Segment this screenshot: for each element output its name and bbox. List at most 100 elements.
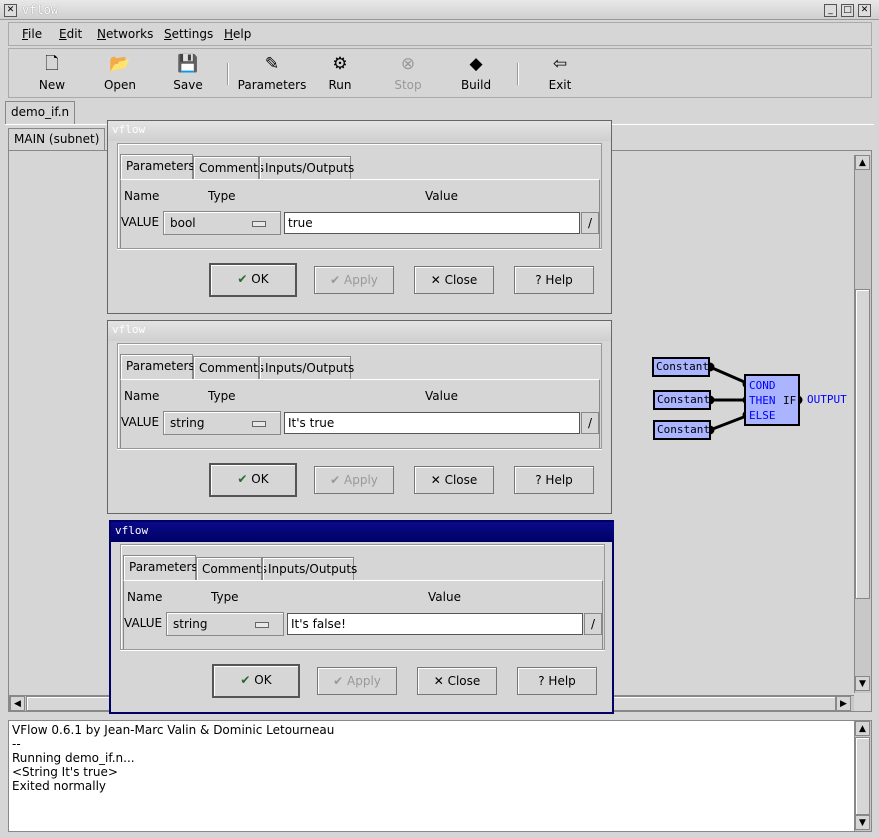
tab-inputs-outputs[interactable]: Inputs/Outputs	[259, 356, 354, 379]
tab-comments[interactable]: Comments	[196, 557, 267, 580]
port-else: ELSE	[749, 409, 776, 422]
close-button[interactable]: ✕ Close	[417, 667, 497, 695]
help-icon: ?	[535, 273, 542, 287]
dialog-titlebar[interactable]: vflow	[108, 121, 611, 141]
scroll-up-icon[interactable]: ▲	[855, 155, 870, 170]
dialog-titlebar[interactable]: vflow	[108, 321, 611, 341]
ok-button[interactable]: ✔ OK	[212, 664, 300, 698]
type-select[interactable]: string	[163, 411, 281, 435]
toolbar-open-button[interactable]: 📂 Open	[85, 53, 155, 92]
toolbar-build-button[interactable]: ◆ Build	[441, 53, 511, 92]
scroll-down-icon[interactable]: ▼	[855, 676, 870, 691]
col-type: Type	[208, 389, 236, 403]
toolbar-parameters-button[interactable]: ✎ Parameters	[237, 53, 307, 92]
tab-inputs-outputs[interactable]: Inputs/Outputs	[259, 156, 354, 179]
toolbar-label: Save	[173, 78, 203, 92]
menu-file[interactable]: File	[22, 27, 42, 41]
param-name: VALUE	[124, 616, 163, 630]
menu-edit[interactable]: Edit	[59, 27, 82, 41]
help-icon: ?	[538, 674, 545, 688]
constant-node[interactable]: Constant	[652, 357, 710, 377]
scroll-up-icon[interactable]: ▲	[855, 721, 870, 736]
toolbar-stop-button[interactable]: ⊗ Stop	[373, 53, 443, 92]
scroll-down-icon[interactable]: ▼	[855, 815, 870, 830]
close-button[interactable]: ✕ Close	[414, 266, 494, 294]
help-button[interactable]: ? Help	[514, 266, 594, 294]
constant-node[interactable]: Constant	[653, 390, 711, 410]
tab-parameters[interactable]: Parameters	[120, 354, 195, 379]
tab-comments[interactable]: Comments	[193, 156, 264, 179]
toolbar-exit-button[interactable]: ⇦ Exit	[525, 53, 595, 92]
gears-icon: ⚙	[332, 54, 348, 74]
dropdown-indicator-icon	[255, 622, 269, 628]
apply-button[interactable]: ✔ Apply	[317, 667, 397, 695]
tab-comments[interactable]: Comments	[193, 356, 264, 379]
new-file-icon: 🗋	[45, 54, 59, 74]
help-button[interactable]: ? Help	[514, 466, 594, 494]
dialog-frame: Parameters Comments Inputs/Outputs Name …	[117, 343, 602, 450]
stop-icon: ⊗	[400, 54, 416, 74]
log-scrollbar[interactable]: ▲ ▼	[854, 721, 871, 831]
col-value: Value	[428, 590, 461, 604]
value-input[interactable]: true	[284, 212, 580, 234]
scroll-left-icon[interactable]: ◀	[10, 696, 25, 711]
window-titlebar: ✕ vflow _ □ ✕	[0, 0, 879, 20]
tab-parameters[interactable]: Parameters	[120, 154, 195, 179]
log-scroll-thumb[interactable]	[855, 737, 870, 815]
type-select[interactable]: bool	[163, 211, 281, 235]
toolbar-new-button[interactable]: 🗋 New	[17, 53, 87, 92]
ok-check-icon: ✔	[237, 472, 248, 486]
toolbar-separator	[517, 63, 519, 85]
col-name: Name	[124, 389, 160, 403]
check-icon: ✔	[330, 473, 341, 487]
toolbar-separator	[227, 63, 229, 85]
tab-main-subnet[interactable]: MAIN (subnet)	[8, 128, 106, 151]
close-button[interactable]: ✕ Close	[414, 466, 494, 494]
type-select[interactable]: string	[166, 612, 284, 636]
close-x-icon: ✕	[430, 473, 441, 487]
divider	[117, 248, 602, 250]
apply-button[interactable]: ✔ Apply	[314, 466, 394, 494]
ok-button[interactable]: ✔ OK	[209, 263, 297, 297]
edit-value-button[interactable]: /	[581, 412, 599, 434]
constant-node[interactable]: Constant	[653, 420, 711, 440]
tab-demo-if[interactable]: demo_if.n	[5, 101, 76, 125]
build-icon: ◆	[469, 54, 483, 74]
edit-value-button[interactable]: /	[584, 613, 602, 635]
col-value: Value	[425, 189, 458, 203]
scroll-right-icon[interactable]: ▶	[836, 696, 851, 711]
floppy-icon: 💾	[177, 54, 199, 74]
value-input[interactable]: It's false!	[287, 613, 583, 635]
apply-button[interactable]: ✔ Apply	[314, 266, 394, 294]
ok-check-icon: ✔	[240, 673, 251, 687]
dialog-titlebar[interactable]: vflow	[111, 522, 614, 542]
port-output: OUTPUT	[807, 393, 847, 406]
dialog-frame: Parameters Comments Inputs/Outputs Name …	[117, 143, 602, 250]
help-button[interactable]: ? Help	[517, 667, 597, 695]
close-icon[interactable]: ✕	[4, 4, 17, 17]
menu-help[interactable]: Help	[224, 27, 251, 41]
close-x-icon: ✕	[430, 273, 441, 287]
scroll-thumb[interactable]	[855, 289, 870, 599]
edit-value-button[interactable]: /	[581, 212, 599, 234]
tab-parameters[interactable]: Parameters	[123, 555, 198, 580]
menu-networks[interactable]: Networks	[97, 27, 153, 41]
check-icon: ✔	[333, 674, 344, 688]
menu-settings[interactable]: Settings	[164, 27, 213, 41]
close-window-icon[interactable]: ✕	[858, 4, 871, 17]
check-icon: ✔	[330, 273, 341, 287]
if-node[interactable]: COND THEN ELSE IF	[744, 374, 800, 426]
vertical-scrollbar[interactable]: ▲ ▼	[854, 155, 871, 693]
close-x-icon: ✕	[433, 674, 444, 688]
minimize-icon[interactable]: _	[824, 4, 837, 17]
tab-inputs-outputs[interactable]: Inputs/Outputs	[262, 557, 357, 580]
maximize-icon[interactable]: □	[841, 4, 854, 17]
ok-check-icon: ✔	[237, 272, 248, 286]
toolbar-save-button[interactable]: 💾 Save	[153, 53, 223, 92]
ok-button[interactable]: ✔ OK	[209, 463, 297, 497]
menu-bar: File Edit Networks Settings Help	[8, 22, 872, 46]
value-input[interactable]: It's true	[284, 412, 580, 434]
log-line: VFlow 0.6.1 by Jean-Marc Valin & Dominic…	[12, 723, 335, 737]
parameters-dialog: vflow Parameters Comments Inputs/Outputs…	[107, 120, 612, 314]
toolbar-run-button[interactable]: ⚙ Run	[305, 53, 375, 92]
